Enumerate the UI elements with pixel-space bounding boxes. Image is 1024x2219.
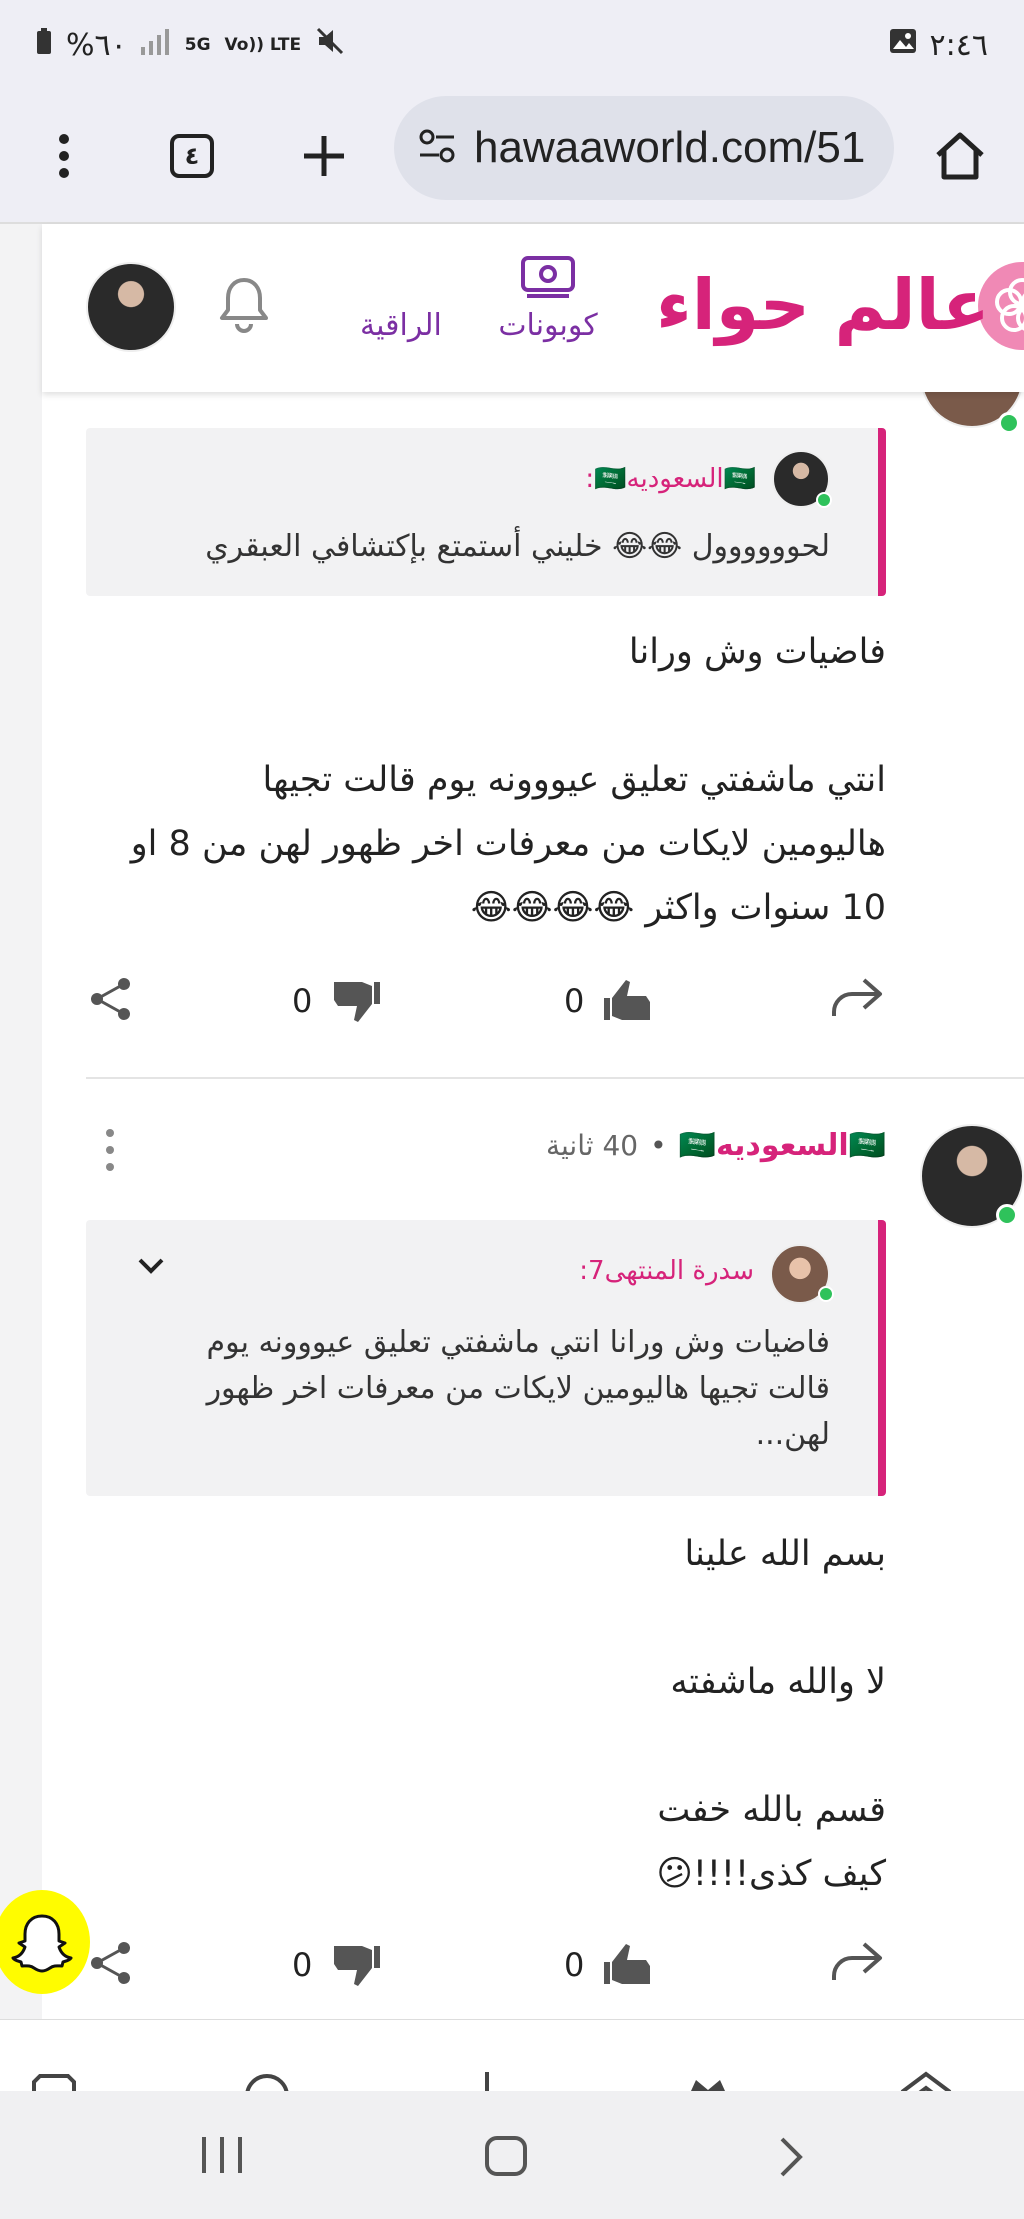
quote-author-name[interactable]: سدرة المنتهى7: [579,1256,754,1286]
quote-line: قالت تجيها هاليومين لايكات من معرفات اخر… [206,1371,830,1406]
body-line: انتي ماشفتي تعليق عيووونه يوم قالت تجيها [262,760,886,800]
dislike-count: 0 [292,1946,313,1984]
site-header: عالم حواء كوبونات الراقية [42,224,1024,392]
body-line: 10 سنوات واكثر 😂😂😂😂 [470,888,886,928]
like-count: 0 [564,982,585,1020]
like-button[interactable]: 0 [564,976,654,1026]
share-button[interactable] [88,1940,134,1986]
post2-meta: 🇸🇦السعوديه🇸🇦 • 40 ثانية [546,1128,886,1163]
coupons-link[interactable]: كوبونات [490,254,606,343]
thumbs-down-icon [334,1946,381,1986]
snapchat-ghost-icon [11,1914,73,1973]
share-icon [91,1942,130,1984]
status-bar: %٦٠ 5G Vo)) LTE ٢:٤٦ [0,0,1024,88]
body-line: هاليومين لايكات من معرفات اخر ظهور لهن م… [130,824,886,864]
body-line: فاضيات وش ورانا [628,632,886,672]
reply-button[interactable] [830,1940,884,1984]
notification-bell-icon[interactable] [218,274,270,338]
dislike-count: 0 [292,982,313,1020]
nav-icon-1[interactable] [28,2072,80,2091]
meta-separator: • [650,1129,667,1162]
reply-arrow-icon [832,1942,882,1980]
back-chevron-icon[interactable] [778,2135,806,2179]
thumbs-up-icon [604,980,651,1020]
raqia-link[interactable]: الراقية [360,308,442,343]
status-left-group: %٦٠ 5G Vo)) LTE [36,26,345,64]
body-line: لا والله ماشفته [670,1662,886,1702]
volte-indicator: Vo)) LTE [224,35,302,55]
url-text: hawaaworld.com/51 [474,123,866,172]
thumbs-up-icon [604,1944,651,1984]
nav-icon-4[interactable] [682,2072,734,2091]
battery-text: %٦٠ [66,27,127,63]
search-icon[interactable] [242,2070,292,2091]
quote-text: لحوووووول 😂😂 خليني أستمتع بإكتشافي العبق… [205,529,830,564]
site-settings-icon[interactable] [418,129,456,167]
coupons-label: كوبونات [498,308,598,343]
quote-text: فاضيات وش ورانا انتي ماشفتي تعليق عيووون… [110,1320,830,1458]
home-icon[interactable] [920,116,1000,196]
dislike-button[interactable]: 0 [292,1940,382,1990]
recent-apps-icon[interactable] [200,2135,244,2175]
add-icon[interactable] [482,2072,492,2091]
online-indicator [996,1204,1018,1226]
tab-count: ٤ [170,134,214,178]
post2-actions: 0 0 [86,1940,886,2000]
network-type: 5G [184,35,211,55]
quote-line: لهن... [755,1417,830,1452]
share-button[interactable] [88,976,134,1022]
like-count: 0 [564,1946,585,1984]
user-avatar[interactable] [86,262,176,352]
share-icon [91,978,130,1020]
system-navigation-bar [0,2091,1024,2219]
site-logo[interactable]: عالم حواء [656,264,992,346]
clock: ٢:٤٦ [929,27,988,63]
like-button[interactable]: 0 [564,1940,654,1990]
body-line: بسم الله علينا [684,1534,886,1574]
body-line: كيف كذى!!!!😕 [656,1854,886,1894]
thumbs-down-icon [334,982,381,1022]
address-bar[interactable]: hawaaworld.com/51 [394,96,894,200]
new-tab-plus-icon[interactable] [284,116,364,196]
reply-button[interactable] [830,976,884,1020]
dislike-button[interactable]: 0 [292,976,382,1026]
battery-icon [36,27,52,63]
post-divider [86,1077,1024,1079]
expand-chevron-icon[interactable] [136,1256,166,1280]
post1-quote: 🇸🇦السعوديه🇸🇦: لحوووووول 😂😂 خليني أستمتع … [86,428,886,596]
post2-body: بسم الله علينا لا والله ماشفته قسم بالله… [106,1522,886,1906]
author-name[interactable]: 🇸🇦السعوديه🇸🇦 [679,1128,886,1163]
gallery-notification-icon [888,26,918,64]
nav-icon-5[interactable] [898,2070,954,2091]
home-button-icon[interactable] [484,2135,528,2177]
post-time: 40 ثانية [545,1129,639,1162]
reply-arrow-icon [832,978,882,1016]
body-line: قسم بالله خفت [657,1790,886,1830]
mute-icon [315,26,345,64]
online-indicator [816,492,832,508]
online-indicator [818,1286,834,1302]
post1-body: فاضيات وش ورانا انتي ماشفتي تعليق عيووون… [106,620,886,940]
site-bottom-nav [0,2019,1024,2091]
online-indicator [998,412,1020,434]
post2-quote: سدرة المنتهى7: فاضيات وش ورانا انتي ماشف… [86,1220,886,1496]
tabs-button[interactable]: ٤ [152,116,232,196]
quote-line: فاضيات وش ورانا انتي ماشفتي تعليق عيووون… [206,1325,830,1360]
signal-icon [140,28,171,63]
post-options-icon[interactable] [104,1128,116,1176]
coupon-icon [490,254,606,308]
status-right-group: ٢:٤٦ [888,26,988,64]
menu-more-icon[interactable] [24,116,104,196]
quote-author-name[interactable]: 🇸🇦السعوديه🇸🇦: [585,464,756,494]
post1-actions: 0 0 [86,976,886,1036]
